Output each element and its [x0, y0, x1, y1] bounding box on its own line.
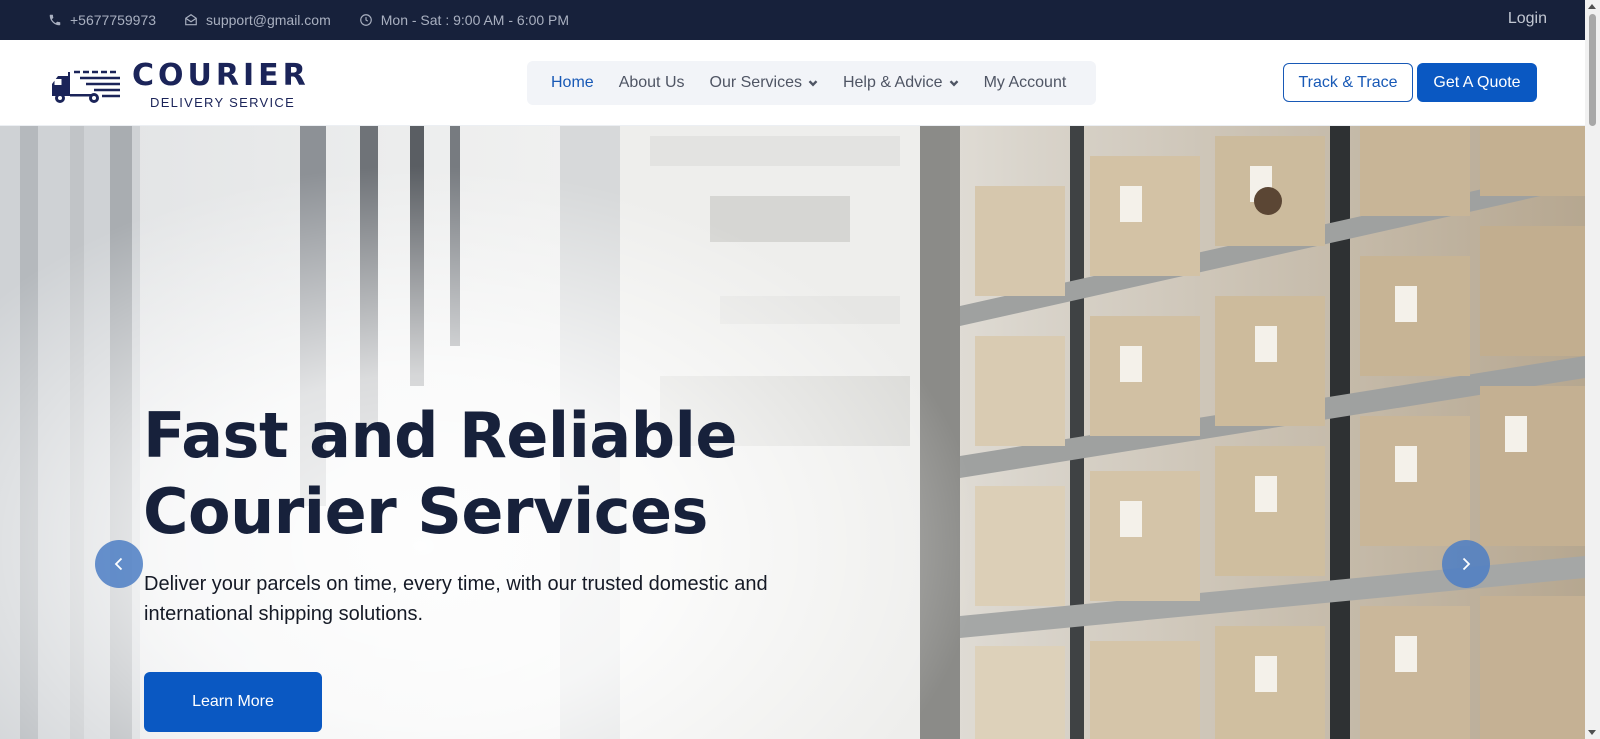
- email-address[interactable]: support@gmail.com: [206, 12, 331, 28]
- get-quote-button[interactable]: Get A Quote: [1417, 63, 1537, 102]
- logo-tagline: DELIVERY SERVICE: [150, 95, 296, 110]
- business-hours: Mon - Sat : 9:00 AM - 6:00 PM: [380, 12, 570, 28]
- hero-title-line-2: Courier Services: [143, 475, 708, 548]
- phone-number[interactable]: +5677759973: [70, 12, 156, 28]
- envelope-icon: [185, 14, 197, 26]
- nav-item-label: My Account: [983, 74, 1067, 91]
- learn-more-button[interactable]: Learn More: [144, 672, 322, 732]
- nav-item-our-services[interactable]: Our Services: [710, 74, 818, 92]
- phone-icon: [49, 14, 61, 26]
- hero-subtitle: Deliver your parcels on time, every time…: [144, 573, 768, 625]
- slider-prev-button[interactable]: [95, 540, 143, 588]
- top-info-bar: +5677759973 support@gmail.com Mon - Sat …: [0, 0, 1585, 40]
- chevron-down-icon: [808, 80, 818, 87]
- main-nav: Home About Us Our Services Help & Advice…: [527, 61, 1096, 105]
- clock-icon: [359, 14, 372, 26]
- hero-slider: Fast and Reliable Courier Services Deliv…: [0, 126, 1585, 739]
- hours-info: Mon - Sat : 9:00 AM - 6:00 PM: [359, 12, 569, 28]
- chevron-down-icon: [949, 80, 958, 87]
- hero-title: Fast and Reliable Courier Services: [143, 398, 863, 550]
- contact-info: +5677759973 support@gmail.com Mon - Sat …: [48, 12, 597, 28]
- chevron-left-icon: [114, 557, 123, 571]
- delivery-truck-icon: [52, 70, 120, 103]
- login-link[interactable]: Login: [1508, 10, 1547, 28]
- nav-item-label: About Us: [618, 74, 685, 91]
- nav-item-my-account[interactable]: My Account: [984, 74, 1067, 92]
- nav-item-label: Our Services: [709, 74, 802, 91]
- logo-brand: COURIER: [132, 58, 310, 93]
- scroll-down-arrow-icon[interactable]: [1588, 730, 1596, 735]
- phone-info: +5677759973: [48, 12, 156, 28]
- slider-next-button[interactable]: [1442, 540, 1490, 588]
- page-scrollbar[interactable]: [1585, 0, 1600, 739]
- nav-item-home[interactable]: Home: [551, 74, 594, 92]
- chevron-right-icon: [1462, 557, 1471, 571]
- track-trace-button[interactable]: Track & Trace: [1283, 63, 1413, 102]
- hero-title-line-1: Fast and Reliable: [143, 399, 737, 472]
- site-logo[interactable]: COURIER DELIVERY SERVICE: [50, 58, 310, 112]
- scroll-up-arrow-icon[interactable]: [1588, 4, 1596, 9]
- scrollbar-thumb[interactable]: [1589, 14, 1596, 126]
- nav-item-help-advice[interactable]: Help & Advice: [843, 74, 959, 92]
- nav-item-label: Help & Advice: [842, 74, 943, 91]
- nav-item-about-us[interactable]: About Us: [619, 74, 685, 92]
- nav-item-label: Home: [551, 74, 594, 91]
- site-header: COURIER DELIVERY SERVICE Home About Us O…: [0, 40, 1585, 126]
- email-info: support@gmail.com: [184, 12, 331, 28]
